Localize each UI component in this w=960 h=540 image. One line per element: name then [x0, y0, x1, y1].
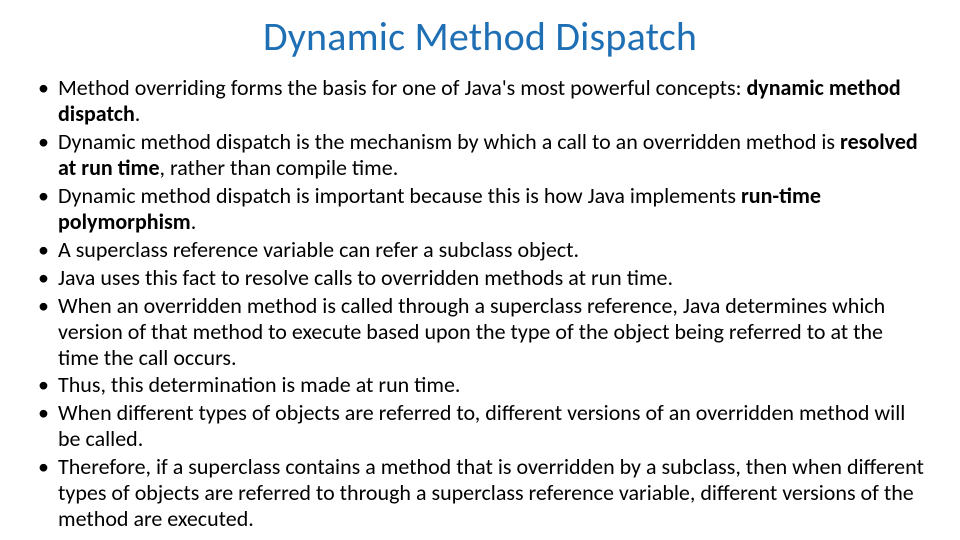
text-run: , rather than compile time. — [160, 154, 399, 181]
text-run: When an overridden method is called thro… — [58, 292, 885, 371]
text-run: Therefore, if a superclass contains a me… — [58, 453, 924, 532]
text-run: Dynamic method dispatch is important bec… — [58, 182, 741, 209]
bullet-item: Therefore, if a superclass contains a me… — [58, 454, 924, 532]
bullet-list: Method overriding forms the basis for on… — [36, 75, 924, 532]
text-run: . — [191, 208, 197, 235]
bullet-item: Java uses this fact to resolve calls to … — [58, 265, 924, 291]
bullet-item: When an overridden method is called thro… — [58, 293, 924, 371]
text-run: . — [135, 100, 141, 127]
bullet-item: Thus, this determination is made at run … — [58, 372, 924, 398]
bullet-item: When different types of objects are refe… — [58, 400, 924, 452]
text-run: A superclass reference variable can refe… — [58, 236, 579, 263]
text-run: When different types of objects are refe… — [58, 399, 905, 452]
bullet-item: A superclass reference variable can refe… — [58, 237, 924, 263]
slide: Dynamic Method Dispatch Method overridin… — [0, 0, 960, 540]
slide-title: Dynamic Method Dispatch — [36, 12, 924, 61]
text-run: Java uses this fact to resolve calls to … — [58, 264, 673, 291]
text-run: Dynamic method dispatch is the mechanism… — [58, 128, 840, 155]
bullet-item: Dynamic method dispatch is important bec… — [58, 183, 924, 235]
bullet-item: Dynamic method dispatch is the mechanism… — [58, 129, 924, 181]
text-run: Thus, this determination is made at run … — [58, 371, 461, 398]
text-run: Method overriding forms the basis for on… — [58, 74, 746, 101]
bullet-item: Method overriding forms the basis for on… — [58, 75, 924, 127]
